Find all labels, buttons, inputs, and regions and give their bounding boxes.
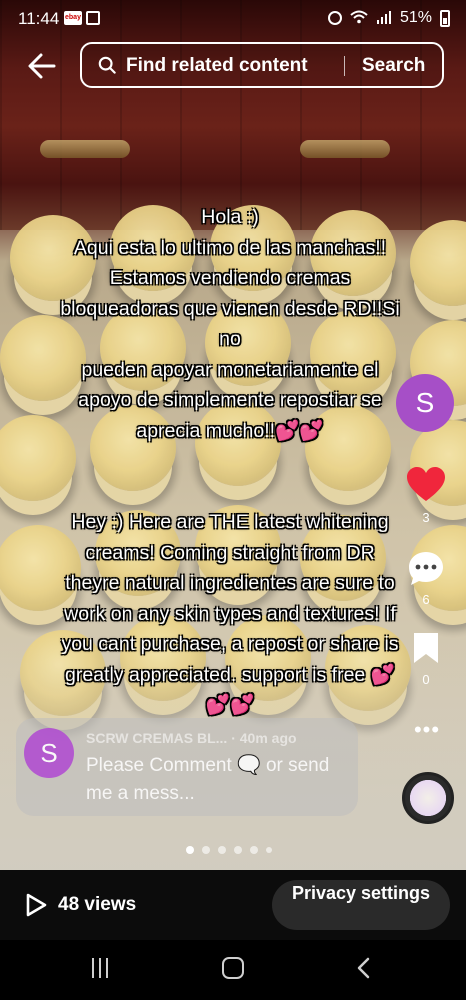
home-icon[interactable]	[222, 957, 244, 979]
wifi-icon	[350, 10, 368, 27]
post-caption: Hola :) Aqui esta lo ultimo de las manch…	[30, 202, 430, 721]
views-counter[interactable]: 48 views	[24, 892, 136, 918]
comment-count: 6	[422, 592, 430, 607]
bottom-bar: 48 views Privacy settings	[0, 870, 466, 940]
dresser-handle	[40, 140, 130, 158]
save-count: 0	[422, 672, 430, 687]
views-count: 48 views	[58, 894, 137, 915]
more-dots-icon: •••	[413, 717, 441, 742]
carousel-dot	[250, 846, 258, 854]
carousel-dot	[266, 847, 272, 853]
recent-apps-icon[interactable]	[92, 958, 114, 978]
image-icon	[86, 11, 100, 25]
carousel-dot	[234, 846, 242, 854]
battery-percent: 51%	[399, 9, 432, 26]
carousel-dot	[186, 846, 194, 854]
like-button[interactable]	[405, 464, 447, 506]
ebay-icon: ebay	[64, 11, 82, 25]
search-icon	[98, 56, 116, 74]
bookmark-icon	[414, 633, 438, 663]
nav-back-icon[interactable]	[352, 956, 376, 980]
battery-icon	[440, 9, 450, 27]
dresser-handle	[300, 140, 390, 158]
system-status: 51%	[327, 9, 450, 27]
search-input[interactable]: Find related content	[126, 55, 308, 77]
play-icon	[26, 893, 47, 917]
back-button[interactable]	[24, 48, 60, 84]
sound-disc-button[interactable]	[402, 772, 454, 824]
carousel-dot	[202, 846, 210, 854]
comment-time: · 40m ago	[231, 730, 297, 746]
comment-author-line: SCRW CREMAS BL... · 40m ago	[86, 730, 346, 746]
search-button[interactable]: Search	[362, 55, 425, 77]
signal-icon	[376, 10, 392, 27]
like-count: 3	[422, 510, 430, 525]
commenter-avatar[interactable]: S	[24, 728, 74, 778]
comment-preview[interactable]: S SCRW CREMAS BL... · 40m ago Please Com…	[16, 718, 358, 816]
search-bar[interactable]: Find related content Search	[80, 42, 444, 88]
carousel-dot	[218, 846, 226, 854]
search-divider	[344, 56, 345, 76]
carousel-indicator	[186, 846, 272, 854]
alarm-icon	[327, 11, 342, 25]
comment-bubble-icon	[409, 552, 443, 585]
privacy-settings-button[interactable]: Privacy settings	[272, 880, 450, 930]
caption-paragraph-spanish: Hola :) Aqui esta lo ultimo de las manch…	[60, 206, 400, 442]
save-button[interactable]	[411, 630, 441, 666]
system-nav-bar	[0, 940, 466, 1000]
comment-text: Please Comment 🗨️ or send me a mess...	[86, 755, 330, 804]
heart-icon	[407, 467, 445, 501]
comment-author: SCRW CREMAS BL...	[86, 730, 228, 746]
caption-paragraph-english: Hey :) Here are THE latest whitening cre…	[61, 511, 399, 716]
status-bar: 11:44 ebay 51%	[0, 0, 466, 36]
back-arrow-icon	[28, 53, 56, 79]
creator-avatar[interactable]: S	[396, 374, 454, 432]
comment-button[interactable]	[405, 548, 447, 590]
status-time: 11:44	[18, 9, 60, 28]
more-options-button[interactable]: •••	[409, 717, 445, 742]
